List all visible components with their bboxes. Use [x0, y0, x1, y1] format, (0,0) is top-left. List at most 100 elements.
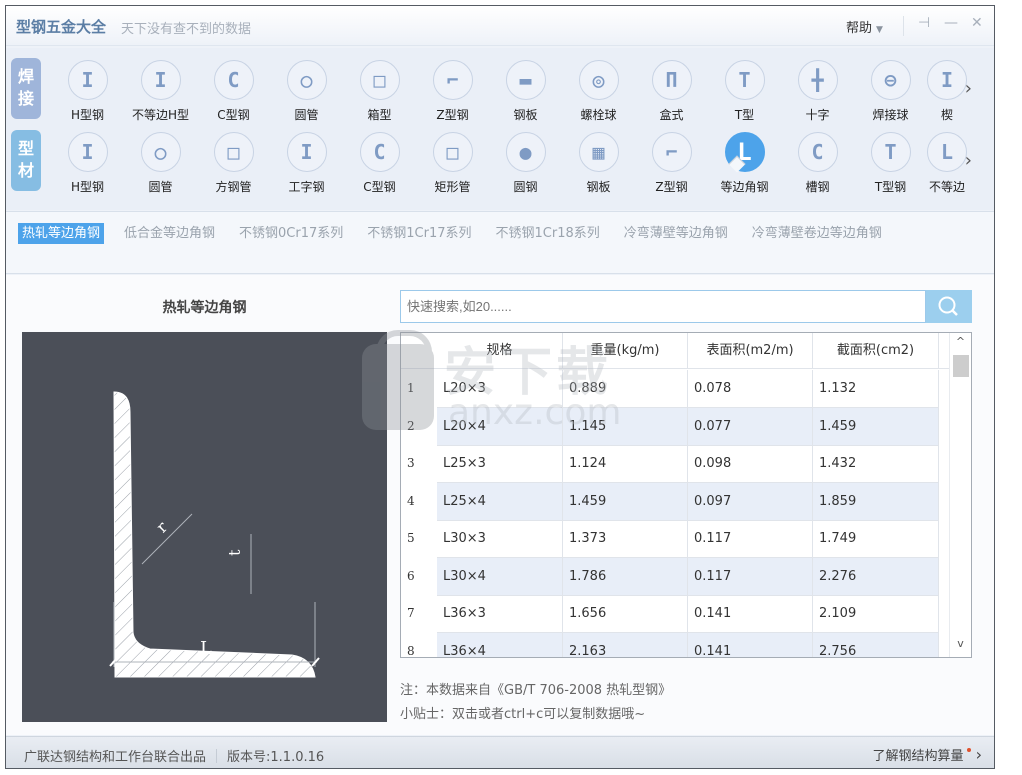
cell-section[interactable]: 2.109: [813, 595, 939, 633]
category-weld-tab[interactable]: 焊 接: [11, 58, 41, 119]
subtab[interactable]: 不锈钢0Cr17系列: [235, 223, 347, 244]
weld-shape-icon: ⊖: [870, 60, 911, 100]
cell-surface[interactable]: 0.078: [688, 370, 813, 408]
cell-weight[interactable]: 1.459: [563, 482, 688, 521]
cell-surface[interactable]: 0.141: [688, 595, 813, 633]
weld-item[interactable]: I H型钢: [51, 56, 124, 124]
weld-item[interactable]: ⌐ Z型钢: [416, 56, 489, 124]
cell-spec[interactable]: L36×4: [437, 632, 563, 657]
category-profile-tab[interactable]: 型 材: [11, 130, 41, 191]
subtab[interactable]: 热轧等边角钢: [18, 223, 105, 244]
profile-item[interactable]: I H型钢: [51, 128, 124, 196]
weld-item[interactable]: Π 盒式: [635, 56, 708, 124]
table-row[interactable]: 4 L25×4 1.459 0.097 1.859: [401, 482, 951, 521]
profile-item[interactable]: C C型钢: [343, 128, 416, 196]
weld-item[interactable]: I 不等边H型: [124, 56, 197, 124]
profile-row-next-arrow-icon[interactable]: ›: [965, 150, 972, 171]
pin-icon[interactable]: ⊣: [918, 15, 930, 31]
cell-weight[interactable]: 1.656: [563, 595, 688, 633]
cell-spec[interactable]: L36×3: [437, 595, 563, 633]
cell-weight[interactable]: 1.786: [563, 557, 688, 596]
cell-surface[interactable]: 0.097: [688, 482, 813, 521]
minimize-icon[interactable]: —: [944, 15, 958, 31]
weld-item[interactable]: ▬ 钢板: [489, 56, 562, 124]
subtab[interactable]: 不锈钢1Cr17系列: [363, 223, 475, 244]
cell-spec[interactable]: L25×3: [437, 445, 563, 483]
copy-tip-note: 小贴士：双击或者ctrl+c可以复制数据哦~: [400, 707, 646, 722]
cell-weight[interactable]: 1.145: [563, 407, 688, 446]
subtab[interactable]: 冷弯薄壁等边角钢: [620, 223, 732, 244]
cell-section[interactable]: 1.459: [813, 407, 939, 446]
profile-item[interactable]: □ 矩形管: [416, 128, 489, 196]
column-header-surface[interactable]: 表面积(m2/m): [688, 333, 813, 368]
profile-shape-icon: I: [67, 132, 108, 172]
search-button[interactable]: [926, 290, 972, 323]
close-icon[interactable]: ✕: [971, 15, 983, 31]
cell-spec[interactable]: L20×3: [437, 370, 563, 408]
cell-surface[interactable]: 0.141: [688, 632, 813, 657]
weld-item[interactable]: ◎ 螺栓球: [562, 56, 635, 124]
table-row[interactable]: 2 L20×4 1.145 0.077 1.459: [401, 407, 951, 446]
search-input[interactable]: [400, 290, 926, 323]
cell-weight[interactable]: 0.889: [563, 370, 688, 408]
weld-item[interactable]: C C型钢: [197, 56, 270, 124]
cell-section[interactable]: 2.756: [813, 632, 939, 657]
cell-section[interactable]: 1.749: [813, 520, 939, 558]
cell-section[interactable]: 1.432: [813, 445, 939, 483]
cell-spec[interactable]: L20×4: [437, 407, 563, 446]
help-menu-button[interactable]: 帮助 ▼: [846, 17, 883, 36]
weld-row-next-arrow-icon[interactable]: ›: [965, 78, 972, 99]
table-row[interactable]: 8 L36×4 2.163 0.141 2.756: [401, 632, 951, 657]
profile-item[interactable]: ● 圆钢: [489, 128, 562, 196]
profile-item[interactable]: ○ 圆管: [124, 128, 197, 196]
cell-surface[interactable]: 0.117: [688, 557, 813, 596]
table-row[interactable]: 7 L36×3 1.656 0.141 2.109: [401, 595, 951, 633]
cell-section[interactable]: 1.859: [813, 482, 939, 521]
weld-item[interactable]: ○ 圆管: [270, 56, 343, 124]
profile-item[interactable]: ⌐ Z型钢: [635, 128, 708, 196]
weld-item[interactable]: T T型: [708, 56, 781, 124]
cell-weight[interactable]: 1.124: [563, 445, 688, 483]
cell-spec[interactable]: L30×4: [437, 557, 563, 596]
angle-steel-diagram: r t L: [22, 332, 387, 722]
scroll-up-icon[interactable]: ^: [950, 335, 971, 353]
table-scrollbar[interactable]: ^ v: [949, 333, 971, 657]
cell-weight[interactable]: 2.163: [563, 632, 688, 657]
main-content: 热轧等边角钢 r t L 快速搜索,如20...... 规格 重量(kg/m) …: [6, 275, 994, 735]
weld-item[interactable]: □ 箱型: [343, 56, 416, 124]
weld-item-label: T型: [734, 108, 755, 122]
profile-item[interactable]: I 工字钢: [270, 128, 343, 196]
subtab[interactable]: 冷弯薄壁卷边等边角钢: [748, 223, 886, 244]
cell-surface[interactable]: 0.077: [688, 407, 813, 446]
weld-item[interactable]: ╋ 十字: [781, 56, 854, 124]
weld-item[interactable]: ⊖ 焊接球: [854, 56, 927, 124]
cell-weight[interactable]: 1.373: [563, 520, 688, 558]
table-row[interactable]: 5 L30×3 1.373 0.117 1.749: [401, 520, 951, 558]
cell-section[interactable]: 2.276: [813, 557, 939, 596]
subtab[interactable]: 不锈钢1Cr18系列: [492, 223, 604, 244]
column-header-section[interactable]: 截面积(cm2): [813, 333, 939, 368]
cell-surface[interactable]: 0.098: [688, 445, 813, 483]
subtab[interactable]: 低合金等边角钢: [120, 223, 219, 244]
cell-section[interactable]: 1.132: [813, 370, 939, 408]
cell-spec[interactable]: L30×3: [437, 520, 563, 558]
weld-item[interactable]: I楔: [927, 56, 967, 124]
status-bar: 广联达钢结构和工作台联合出品 版本号:1.1.0.16 了解钢结构算量 ›: [6, 736, 994, 768]
scroll-down-icon[interactable]: v: [950, 637, 971, 655]
learn-more-link[interactable]: 了解钢结构算量 ›: [872, 745, 982, 764]
cell-surface[interactable]: 0.117: [688, 520, 813, 558]
table-row[interactable]: 3 L25×3 1.124 0.098 1.432: [401, 445, 951, 483]
profile-shape-icon: I: [286, 132, 327, 172]
cell-spec[interactable]: L25×4: [437, 482, 563, 521]
profile-item[interactable]: C 槽钢: [781, 128, 854, 196]
profile-item[interactable]: T T型钢: [854, 128, 927, 196]
column-header-weight[interactable]: 重量(kg/m): [563, 333, 688, 368]
profile-item[interactable]: ▦ 钢板: [562, 128, 635, 196]
table-row[interactable]: 1 L20×3 0.889 0.078 1.132: [401, 370, 951, 408]
profile-item[interactable]: □ 方钢管: [197, 128, 270, 196]
table-row[interactable]: 6 L30×4 1.786 0.117 2.276: [401, 557, 951, 596]
profile-item[interactable]: L 等边角钢: [708, 128, 781, 196]
scroll-thumb[interactable]: [953, 355, 969, 377]
column-header-spec[interactable]: 规格: [437, 333, 563, 368]
profile-item[interactable]: L 不等边: [927, 128, 967, 196]
